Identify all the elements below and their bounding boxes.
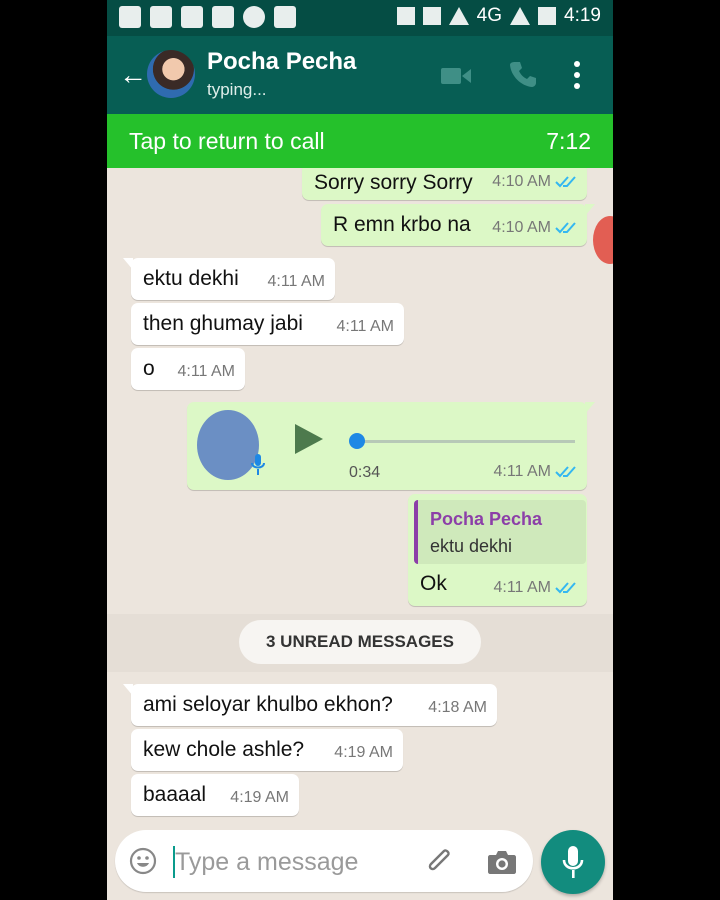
message-time: 4:10 AM — [492, 173, 577, 191]
bubble-tail — [123, 258, 133, 270]
headset-icon — [422, 7, 441, 25]
app-notification-icon — [274, 6, 296, 28]
voice-message-bubble[interactable]: 0:34 4:11 AM — [187, 402, 595, 490]
message-bubble-outgoing[interactable]: R emn krbo na 4:10 AM — [321, 204, 595, 246]
mic-icon — [251, 454, 265, 475]
play-icon[interactable] — [295, 424, 323, 454]
chat-header: ← Pocha Pecha typing... — [107, 36, 613, 114]
message-bubble-incoming[interactable]: kew chole ashle? 4:19 AM — [131, 729, 403, 771]
voice-progress-track[interactable] — [357, 440, 575, 443]
more-vert-icon[interactable] — [573, 60, 581, 90]
voice-record-button[interactable] — [541, 830, 605, 894]
message-time: 4:19 AM — [334, 744, 393, 761]
unread-messages-label: 3 UNREAD MESSAGES — [239, 620, 481, 664]
return-to-call-banner[interactable]: Tap to return to call 7:12 — [107, 114, 613, 168]
battery-icon — [538, 7, 557, 25]
clock: 4:19 — [564, 5, 601, 26]
voice-progress-handle[interactable] — [349, 433, 365, 449]
message-bubble-incoming[interactable]: o 4:11 AM — [131, 348, 245, 390]
bubble-tail — [585, 402, 595, 414]
message-notification-icon — [119, 6, 141, 28]
message-time: 4:11 AM — [336, 318, 394, 335]
quoted-sender: Pocha Pecha — [430, 509, 543, 529]
quoted-message[interactable]: Pocha Pecha ektu dekhi — [414, 500, 586, 564]
message-input[interactable]: Type a message — [115, 830, 533, 892]
status-bar: 4G 4:19 — [107, 0, 613, 36]
video-notification-icon — [181, 6, 203, 28]
message-text: ami seloyar khulbo ekhon? — [143, 693, 393, 716]
reply-message-bubble[interactable]: Pocha Pecha ektu dekhi Ok 4:11 AM — [408, 494, 587, 606]
network-type: 4G — [476, 5, 503, 26]
call-banner-text: Tap to return to call — [129, 128, 325, 154]
message-text: kew chole ashle? — [143, 738, 305, 761]
cast-icon — [396, 7, 415, 25]
video-notification-icon — [150, 6, 172, 28]
message-text: Sorry sorry Sorry — [314, 171, 473, 194]
notification-icons — [119, 6, 296, 28]
avatar[interactable] — [147, 50, 195, 98]
message-bubble-incoming[interactable]: then ghumay jabi 4:11 AM — [131, 303, 404, 345]
system-icons: 4G 4:19 — [396, 5, 601, 27]
signal-icon — [510, 7, 531, 25]
message-placeholder[interactable]: Type a message — [175, 848, 358, 877]
message-bubble-incoming[interactable]: ektu dekhi 4:11 AM — [123, 258, 335, 300]
message-time: 4:10 AM — [492, 219, 577, 237]
message-text: ektu dekhi — [143, 267, 239, 290]
message-bubble-incoming[interactable]: baaaal 4:19 AM — [131, 774, 299, 816]
message-time: 4:11 AM — [493, 463, 577, 481]
message-time: 4:18 AM — [428, 699, 487, 716]
contact-status: typing... — [207, 80, 267, 99]
message-time: 4:19 AM — [230, 789, 289, 806]
mic-icon — [562, 846, 584, 878]
paperclip-icon[interactable] — [425, 846, 455, 878]
contact-name[interactable]: Pocha Pecha — [207, 48, 356, 76]
bubble-tail — [123, 684, 133, 696]
floating-call-indicator[interactable] — [593, 216, 613, 264]
message-bubble-outgoing[interactable]: Sorry sorry Sorry 4:10 AM — [302, 168, 587, 200]
call-notification-icon — [243, 6, 265, 28]
chat-area[interactable]: Sorry sorry Sorry 4:10 AM R emn krbo na … — [107, 168, 613, 824]
double-check-icon — [555, 466, 576, 478]
phone-screen: 4G 4:19 ← Pocha Pecha typing... Tap to r… — [107, 0, 613, 900]
message-text: Ok — [420, 572, 447, 595]
message-text: R emn krbo na — [333, 213, 471, 236]
voice-duration: 0:34 — [349, 464, 381, 481]
double-check-icon — [555, 582, 576, 594]
message-bubble-incoming[interactable]: ami seloyar khulbo ekhon? 4:18 AM — [123, 684, 497, 726]
compose-bar: Type a message — [107, 824, 613, 900]
camera-icon[interactable] — [487, 849, 517, 875]
video-call-icon[interactable] — [441, 66, 471, 86]
bubble-tail — [585, 204, 595, 216]
call-duration: 7:12 — [546, 128, 591, 154]
quoted-text: ektu dekhi — [430, 536, 513, 556]
message-text: baaaal — [143, 783, 207, 806]
message-text: then ghumay jabi — [143, 312, 303, 335]
message-time: 4:11 AM — [177, 363, 235, 380]
double-check-icon — [555, 222, 576, 234]
emoji-icon[interactable] — [129, 847, 157, 875]
voice-sender-avatar — [197, 410, 259, 480]
back-arrow-icon[interactable]: ← — [119, 59, 147, 91]
message-time: 4:11 AM — [493, 579, 577, 597]
wifi-icon — [448, 7, 469, 25]
image-notification-icon — [212, 6, 234, 28]
phone-icon[interactable] — [509, 60, 537, 88]
message-time: 4:11 AM — [267, 273, 325, 290]
double-check-icon — [555, 176, 576, 188]
message-text: o — [143, 357, 155, 380]
